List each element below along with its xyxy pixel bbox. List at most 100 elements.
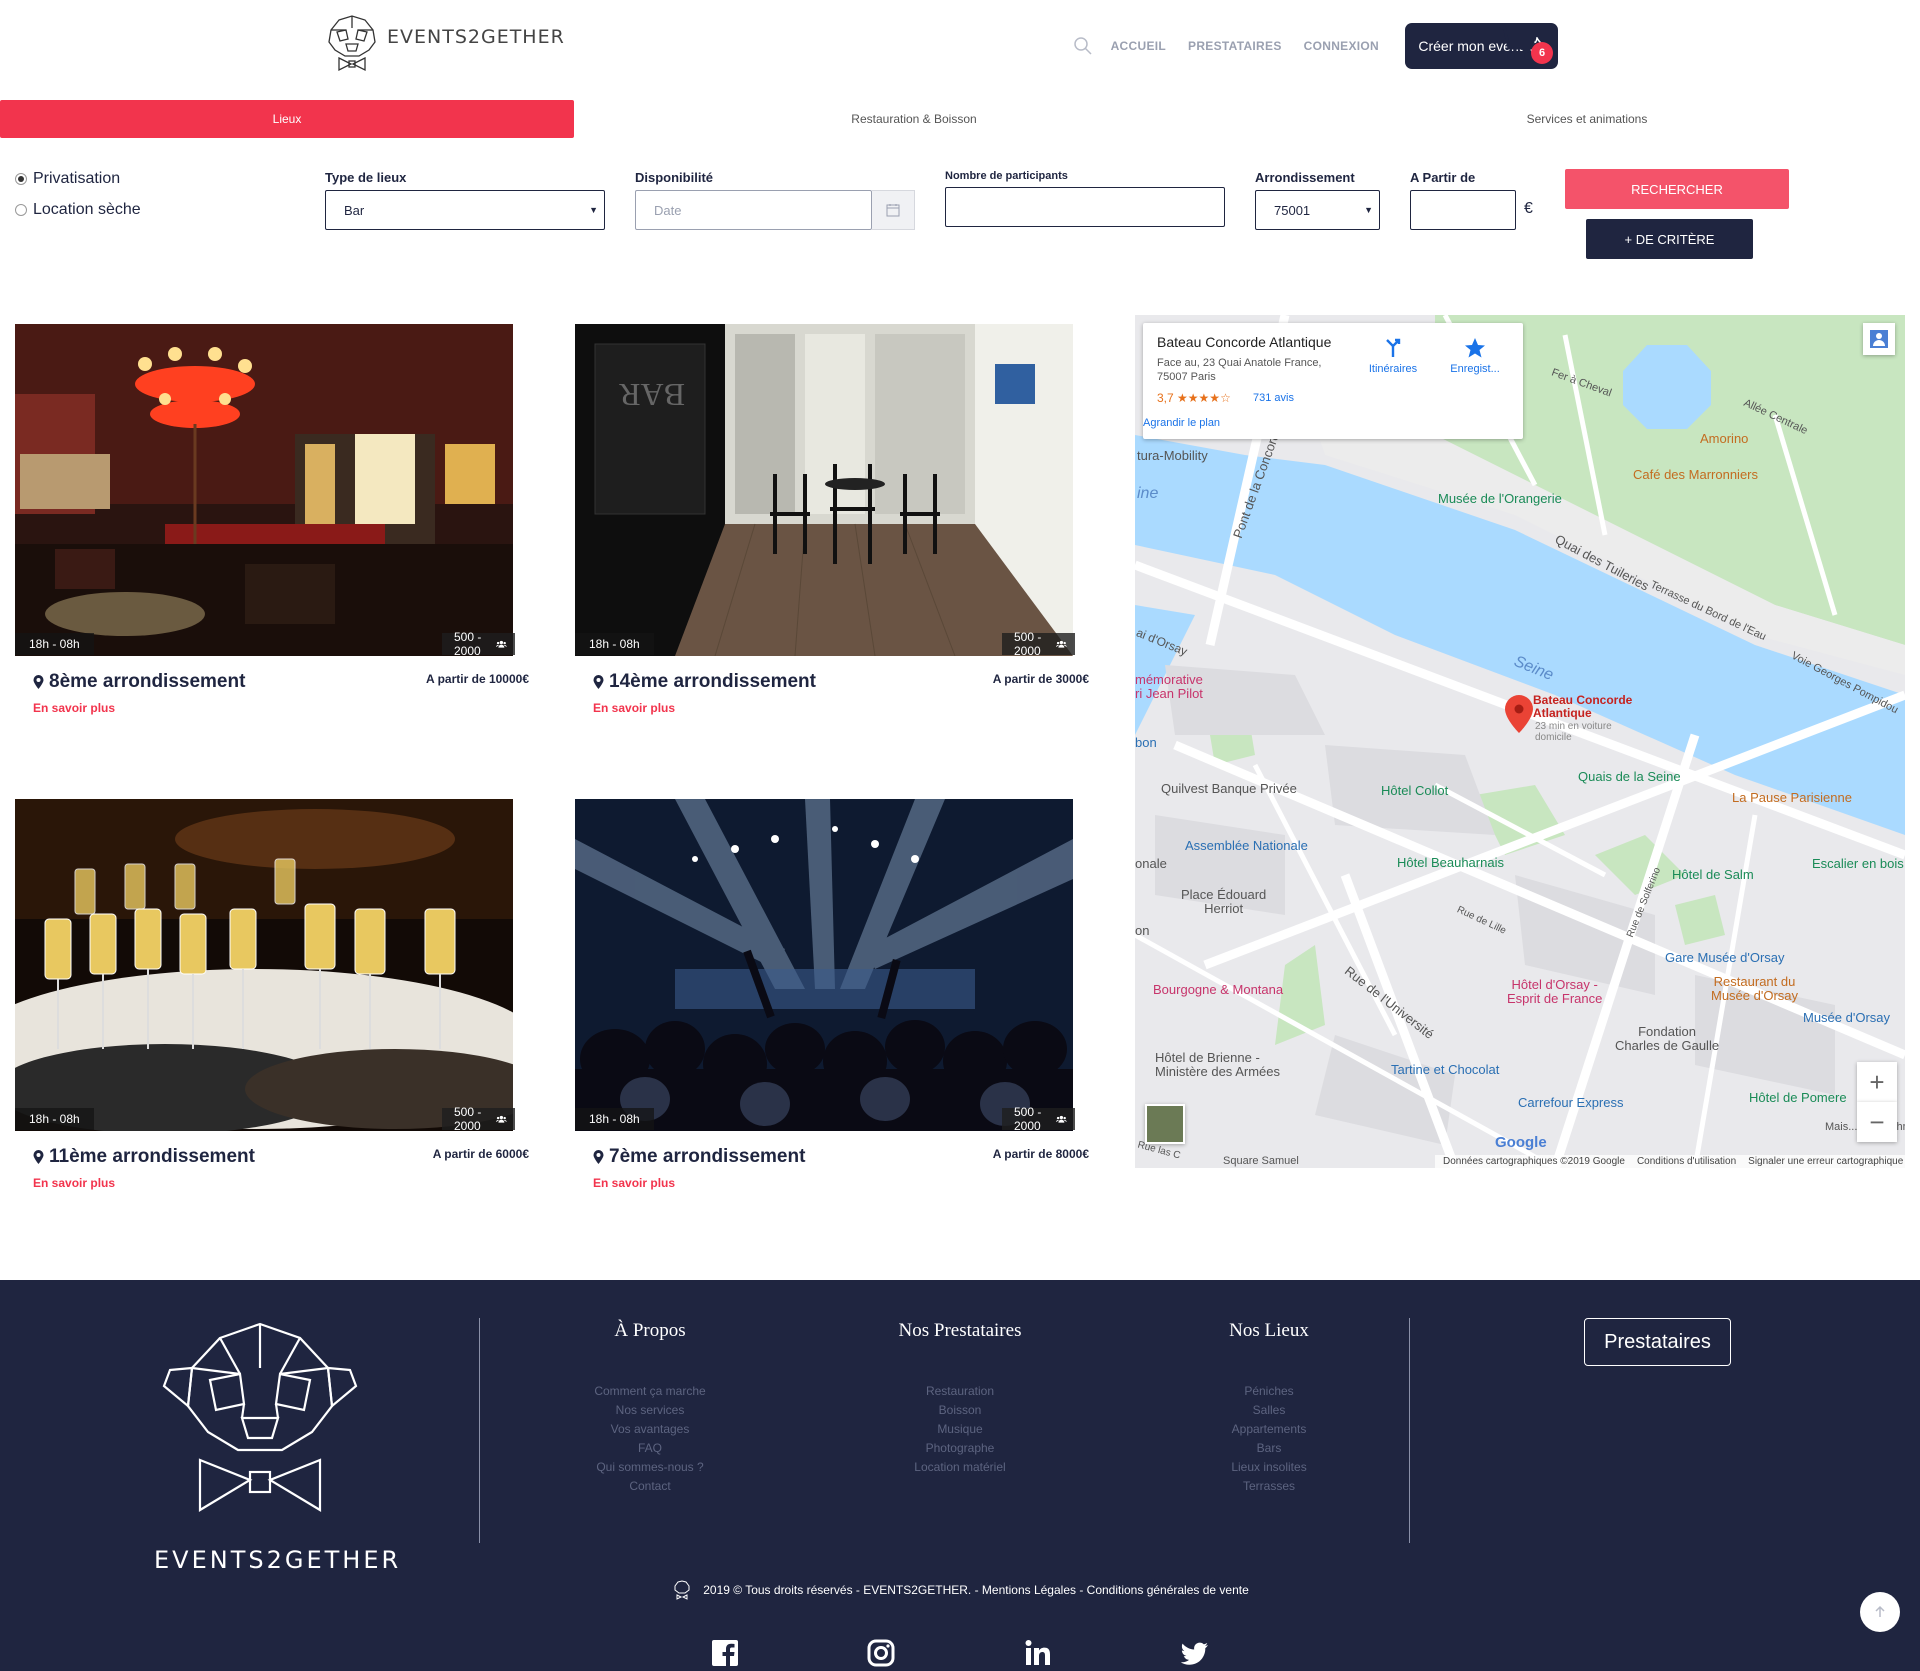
twitter-icon[interactable] [1180,1638,1210,1668]
currency-label: € [1524,200,1533,217]
map-label-concorde-2: Atlantique [1533,706,1592,720]
cart-count-badge: 6 [1531,42,1553,64]
venue-card[interactable]: 18h - 08h 500 - 2000 8ème arrondissement… [15,324,529,764]
footer-link[interactable]: Nos services [520,1401,780,1420]
footer-link[interactable]: Musique [830,1420,1090,1439]
tab-restauration[interactable]: Restauration & Boisson [640,100,1188,138]
caret-down-icon: ▼ [1364,205,1373,215]
zoom-in-button[interactable]: + [1857,1062,1897,1102]
map-label-bon: bon [1135,735,1157,750]
info-reviews-link[interactable]: 731 avis [1253,392,1294,404]
venue-photo[interactable] [15,799,513,1131]
users-icon [1056,1115,1067,1123]
date-input[interactable]: Date [635,190,872,230]
map-label-mobility: tura-Mobility [1137,448,1208,463]
category-tabs: Lieux Restauration & Boisson Services et… [0,100,1920,138]
footer-link[interactable]: Salles [1139,1401,1399,1420]
venue-photo[interactable]: BAR [575,324,1073,656]
scroll-top-button[interactable] [1860,1592,1900,1632]
map-label-gare-orsay: Gare Musée d'Orsay [1665,950,1785,965]
nav-connexion[interactable]: CONNEXION [1304,39,1379,53]
footer-link[interactable]: Boisson [830,1401,1090,1420]
map-report-link[interactable]: Signaler une erreur cartographique [1748,1156,1903,1167]
cart[interactable]: 6 [1495,22,1555,66]
linkedin-icon[interactable] [1023,1638,1053,1668]
street-view-button[interactable] [1863,323,1895,355]
venue-more-link[interactable]: En savoir plus [33,701,115,715]
capacity-badge: 500 - 2000 [1002,1105,1075,1133]
radio-location-seche[interactable]: Location sèche [15,201,141,219]
search-button[interactable]: RECHERCHER [1565,169,1789,209]
facebook-icon[interactable] [710,1638,740,1668]
google-map[interactable]: Pont de la Concorde Quai des Tuileries S… [1135,315,1905,1168]
nav-prestataires[interactable]: PRESTATAIRES [1188,39,1282,53]
calendar-button[interactable] [872,190,915,230]
map-label-jean-pilot-2: ri Jean Pilot [1135,686,1203,701]
footer-link[interactable]: Bars [1139,1439,1399,1458]
venue-photo[interactable] [575,799,1073,1131]
save-place-button[interactable]: Enregist... [1445,337,1505,375]
minus-icon: − [1869,1106,1885,1137]
footer-link[interactable]: Appartements [1139,1420,1399,1439]
footer-link[interactable]: Qui sommes-nous ? [520,1458,780,1477]
footer-link[interactable]: Restauration [830,1382,1090,1401]
footer-link[interactable]: Terrasses [1139,1477,1399,1496]
type-select[interactable]: Bar ▼ [325,190,605,230]
participants-input[interactable] [945,187,1225,227]
satellite-toggle[interactable] [1145,1104,1185,1144]
directions-button[interactable]: Itinéraires [1363,337,1423,375]
arrondissement-select[interactable]: 75001 ▼ [1255,190,1380,230]
venue-title[interactable]: 11ème arrondissement [33,1146,255,1168]
map-label-amorino: Amorino [1700,431,1749,446]
venue-photo[interactable] [15,324,513,656]
arrondissement-label: Arrondissement [1255,170,1355,185]
map-terms-link[interactable]: Conditions d'utilisation [1637,1156,1736,1167]
map-info-window[interactable]: Bateau Concorde Atlantique Face au, 23 Q… [1143,323,1523,439]
venue-card[interactable]: 18h - 08h 500 - 2000 7ème arrondissement… [575,799,1089,1239]
price-input[interactable] [1410,190,1516,230]
venue-title[interactable]: 7ème arrondissement [593,1146,805,1168]
map-label-concorde-sub-2: domicile [1535,732,1572,743]
radio-button[interactable] [15,204,27,216]
nav-accueil[interactable]: ACCUEIL [1111,39,1166,53]
map-label-place-herriot-1: Place Édouard [1181,887,1267,902]
venue-title[interactable]: 8ème arrondissement [33,671,245,693]
enlarge-map-link[interactable]: Agrandir le plan [1143,417,1220,429]
footer-divider [1409,1318,1410,1543]
venue-more-link[interactable]: En savoir plus [33,1176,115,1190]
footer-logo[interactable]: EVENTS2GETHER [150,1320,398,1574]
tab-services[interactable]: Services et animations [1300,100,1874,138]
venue-card[interactable]: 18h - 08h 500 - 2000 11ème arrondissemen… [15,799,529,1239]
footer-link[interactable]: Péniches [1139,1382,1399,1401]
search-form: Privatisation Location sèche Type de lie… [0,160,1920,270]
map-label-pause: La Pause Parisienne [1732,790,1852,805]
footer-link[interactable]: Lieux insolites [1139,1458,1399,1477]
footer-link[interactable]: Contact [520,1477,780,1496]
more-criteria-button[interactable]: + DE CRITÈRE [1586,219,1753,259]
radio-button-checked[interactable] [15,173,27,185]
radio-privatisation[interactable]: Privatisation [15,170,120,188]
footer-link[interactable]: Comment ça marche [520,1382,780,1401]
concert-crowd-image [575,799,1073,1131]
footer-link[interactable]: Location matériel [830,1458,1090,1477]
logo[interactable]: EVENTS2GETHER [319,14,565,74]
footer-divider [479,1318,480,1543]
zoom-out-button[interactable]: − [1857,1102,1897,1142]
venue-more-link[interactable]: En savoir plus [593,1176,675,1190]
venue-more-link[interactable]: En savoir plus [593,701,675,715]
footer-link[interactable]: Vos avantages [520,1420,780,1439]
calendar-icon [886,204,900,217]
footer: EVENTS2GETHER À Propos Comment ça marche… [0,1280,1920,1671]
venue-title[interactable]: 14ème arrondissement [593,671,816,693]
footer-link[interactable]: FAQ [520,1439,780,1458]
prestataires-button[interactable]: Prestataires [1584,1318,1731,1366]
map-label-hotel-orsay-1: Hôtel d'Orsay - [1511,977,1598,992]
arrondissement-value: 75001 [1274,202,1311,218]
instagram-icon[interactable] [866,1638,896,1668]
venue-card[interactable]: BAR 18h - 08h 500 - 2000 14ème arrondiss… [575,324,1089,764]
tab-lieux[interactable]: Lieux [0,100,574,138]
footer-link[interactable]: Photographe [830,1439,1090,1458]
search-icon[interactable] [1073,36,1093,56]
type-label: Type de lieux [325,170,407,185]
footer-col-title: Nos Prestataires [898,1320,1022,1341]
